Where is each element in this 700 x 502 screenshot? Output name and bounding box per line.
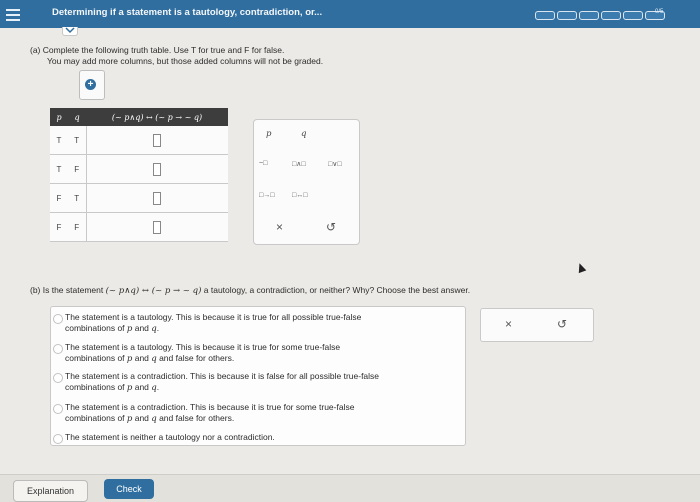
answer-cell[interactable] [86, 212, 228, 242]
option-line-2: combinations of p and q and false for ot… [65, 413, 235, 424]
clear-icon[interactable]: × [276, 220, 283, 234]
page-title: Determining if a statement is a tautolog… [52, 7, 323, 18]
option-line-2: combinations of p and q. [65, 323, 160, 334]
menu-icon[interactable] [6, 6, 20, 22]
undo-icon[interactable]: ↺ [557, 317, 567, 331]
add-column-button[interactable]: + [79, 70, 105, 100]
header-statement: (~ p∧q) ↔ (~ p → ~ q) [86, 108, 228, 126]
radio-button[interactable] [53, 404, 63, 414]
palette-var-q[interactable]: q [301, 129, 306, 139]
answer-input[interactable] [153, 220, 162, 234]
answer-input[interactable] [153, 162, 162, 176]
cell-q: T [68, 183, 87, 213]
table-header-row: p q (~ p∧q) ↔ (~ p → ~ q) [50, 108, 228, 126]
header-p: p [50, 108, 68, 126]
option-line-1: The statement is a tautology. This is be… [65, 312, 362, 322]
instruction-line-2: You may add more columns, but those adde… [47, 56, 324, 66]
instruction-line-1: (a) Complete the following truth table. … [30, 45, 285, 55]
option-line-1: The statement is a contradiction. This i… [65, 402, 355, 412]
palette-negation-button[interactable]: ~□ [259, 160, 267, 167]
progress-label: 0/5 [655, 9, 664, 15]
clear-icon[interactable]: × [505, 317, 512, 331]
cell-q: F [68, 154, 87, 184]
symbol-palette: p q ~□ □∧□ □∨□ □→□ □↔□ × ↺ [253, 119, 360, 245]
truth-table: p q (~ p∧q) ↔ (~ p → ~ q) T T T F F T F … [50, 108, 228, 242]
collapse-toggle[interactable] [62, 27, 78, 36]
radio-button[interactable] [53, 314, 63, 324]
part-a-instructions: (a) Complete the following truth table. … [30, 45, 323, 67]
option-line-1: The statement is a tautology. This is be… [65, 342, 341, 352]
cell-p: T [50, 126, 68, 155]
palette-implies-button[interactable]: □→□ [259, 192, 274, 199]
progress-bar [535, 11, 667, 20]
question-prefix: (b) Is the statement [30, 285, 104, 295]
part-b-question: (b) Is the statement (~ p∧q) ↔ (~ p → ~ … [30, 285, 470, 296]
mouse-cursor-icon [575, 261, 587, 274]
table-row: F T [50, 183, 228, 213]
radio-button[interactable] [53, 434, 63, 444]
option-line-2: combinations of p and q and false for ot… [65, 353, 235, 364]
answer-input[interactable] [153, 191, 162, 205]
header-q: q [68, 108, 86, 126]
answer-cell[interactable] [86, 126, 228, 155]
answer-cell[interactable] [86, 183, 228, 213]
option-line-1: The statement is a contradiction. This i… [65, 371, 380, 381]
cell-q: F [68, 212, 87, 242]
cell-q: T [68, 126, 87, 155]
palette-and-button[interactable]: □∧□ [292, 160, 306, 168]
explanation-button[interactable]: Explanation [13, 480, 88, 502]
palette-or-button[interactable]: □∨□ [328, 160, 342, 168]
table-row: F F [50, 212, 228, 242]
cell-p: F [50, 183, 68, 213]
cell-p: T [50, 154, 68, 184]
table-row: T F [50, 154, 228, 184]
answer-options: The statement is a tautology. This is be… [50, 306, 466, 446]
chevron-down-icon [65, 27, 75, 34]
question-statement: (~ p∧q) ↔ (~ p → ~ q) [105, 286, 202, 296]
option-line-2: combinations of p and q. [65, 382, 160, 393]
table-row: T T [50, 126, 228, 155]
option-line-1: The statement is neither a tautology nor… [65, 432, 275, 442]
check-button[interactable]: Check [104, 479, 154, 499]
palette-biconditional-button[interactable]: □↔□ [292, 192, 307, 199]
radio-button[interactable] [53, 344, 63, 354]
plus-icon: + [85, 79, 96, 90]
part-b-actions: × ↺ [480, 308, 594, 342]
undo-icon[interactable]: ↺ [326, 220, 336, 234]
palette-var-p[interactable]: p [266, 129, 271, 139]
top-bar: Determining if a statement is a tautolog… [0, 0, 700, 28]
cell-p: F [50, 212, 68, 242]
question-suffix: a tautology, a contradiction, or neither… [203, 285, 471, 295]
answer-cell[interactable] [86, 154, 228, 184]
radio-button[interactable] [53, 373, 63, 383]
answer-input[interactable] [153, 133, 162, 147]
